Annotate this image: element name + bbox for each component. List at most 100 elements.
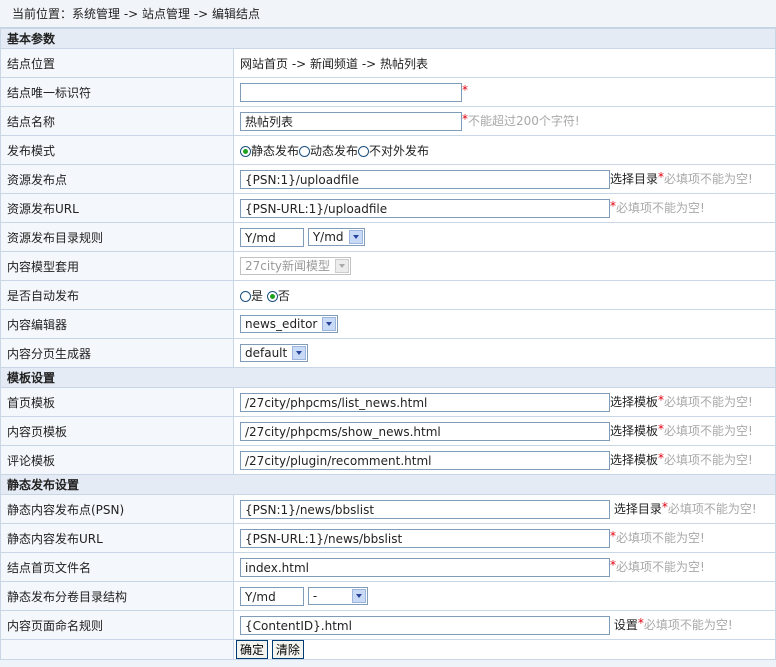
content-template-label: 内容页模板 [0, 416, 234, 446]
required-hint: 必填项不能为空! [616, 559, 705, 574]
select-directory-link[interactable]: 选择目录 [614, 502, 662, 516]
publish-mode-label: 发布模式 [0, 135, 234, 165]
chevron-down-icon [351, 589, 366, 603]
row-content-paginator: 内容分页生成器 default [0, 338, 776, 368]
required-hint: 必填项不能为空! [616, 530, 705, 545]
index-filename-label: 结点首页文件名 [0, 552, 234, 582]
required-mark: * [462, 82, 468, 97]
actions-spacer [0, 639, 234, 660]
select-template-link[interactable]: 选择模板 [610, 424, 658, 438]
required-hint: 必填项不能为空! [664, 171, 753, 186]
row-actions: 确定 清除 [0, 639, 776, 660]
breadcrumb: 当前位置：系统管理 -> 站点管理 -> 编辑结点 [0, 0, 776, 28]
resource-url-label: 资源发布URL [0, 193, 234, 223]
content-editor-label: 内容编辑器 [0, 309, 234, 339]
row-resource-point: 资源发布点 选择目录*必填项不能为空! [0, 164, 776, 194]
content-model-value: 27city新闻模型 [245, 259, 331, 273]
node-uid-input[interactable] [240, 82, 462, 102]
static-url-label: 静态内容发布URL [0, 523, 234, 553]
static-psn-input[interactable] [240, 499, 610, 519]
chevron-down-icon [292, 346, 307, 360]
content-model-label: 内容模型套用 [0, 251, 234, 281]
name-hint: 不能超过200个字符! [468, 113, 580, 128]
node-uid-label: 结点唯一标识符 [0, 77, 234, 107]
select-directory-link[interactable]: 选择目录 [610, 172, 658, 186]
resource-dir-rule-input[interactable] [240, 227, 304, 247]
comment-template-input[interactable] [240, 450, 610, 470]
auto-publish-no-label[interactable]: 否 [278, 289, 290, 303]
comment-template-label: 评论模板 [0, 445, 234, 475]
radio-dynamic-publish[interactable] [299, 145, 311, 157]
chevron-down-icon [335, 259, 350, 273]
radio-dynamic-label[interactable]: 动态发布 [310, 144, 358, 158]
content-paginator-label: 内容分页生成器 [0, 338, 234, 368]
row-resource-dir-rule: 资源发布目录规则 Y/md [0, 222, 776, 252]
volume-structure-label: 静态发布分卷目录结构 [0, 581, 234, 611]
row-node-location: 结点位置 网站首页 -> 新闻频道 -> 热帖列表 [0, 48, 776, 78]
content-naming-input[interactable] [240, 615, 610, 635]
radio-auto-publish-yes[interactable] [240, 290, 251, 302]
content-model-select: 27city新闻模型 [240, 257, 352, 275]
auto-publish-label: 是否自动发布 [0, 280, 234, 310]
radio-no-publish[interactable] [358, 145, 370, 157]
radio-static-label[interactable]: 静态发布 [251, 144, 299, 158]
volume-structure-input[interactable] [240, 586, 304, 606]
chevron-down-icon [322, 317, 337, 331]
node-location-label: 结点位置 [0, 48, 234, 78]
row-content-naming: 内容页面命名规则 设置*必填项不能为空! [0, 610, 776, 640]
row-static-url: 静态内容发布URL *必填项不能为空! [0, 523, 776, 553]
row-static-psn: 静态内容发布点(PSN) 选择目录*必填项不能为空! [0, 494, 776, 524]
node-location-value: 网站首页 -> 新闻频道 -> 热帖列表 [233, 48, 776, 78]
row-resource-url: 资源发布URL *必填项不能为空! [0, 193, 776, 223]
content-naming-label: 内容页面命名规则 [0, 610, 234, 640]
content-paginator-select[interactable]: default [240, 344, 309, 362]
required-hint: 必填项不能为空! [616, 200, 705, 215]
resource-dir-rule-select-value: Y/md [312, 230, 344, 244]
select-template-link[interactable]: 选择模板 [610, 395, 658, 409]
section-title: 基本参数 [0, 28, 776, 49]
auto-publish-yes-label[interactable]: 是 [251, 289, 263, 303]
row-node-name: 结点名称 *不能超过200个字符! [0, 106, 776, 136]
content-editor-select[interactable]: news_editor [240, 315, 339, 333]
row-node-uid: 结点唯一标识符 * [0, 77, 776, 107]
row-content-template: 内容页模板 选择模板*必填项不能为空! [0, 416, 776, 446]
required-hint: 必填项不能为空! [643, 617, 733, 632]
required-hint: 必填项不能为空! [664, 452, 753, 467]
node-name-input[interactable] [240, 111, 462, 131]
static-url-input[interactable] [240, 528, 610, 548]
section-title: 模板设置 [0, 367, 776, 388]
row-comment-template: 评论模板 选择模板*必填项不能为空! [0, 445, 776, 475]
clear-button[interactable]: 清除 [271, 640, 304, 659]
radio-static-publish[interactable] [240, 145, 251, 157]
required-hint: 必填项不能为空! [667, 501, 757, 516]
radio-no-publish-label[interactable]: 不对外发布 [369, 144, 429, 158]
chevron-down-icon [348, 230, 363, 244]
resource-dir-rule-select[interactable]: Y/md [307, 228, 365, 246]
content-editor-value: news_editor [245, 317, 318, 331]
required-hint: 必填项不能为空! [664, 394, 753, 409]
index-template-label: 首页模板 [0, 387, 234, 417]
content-template-input[interactable] [240, 421, 610, 441]
section-title: 静态发布设置 [0, 474, 776, 495]
radio-auto-publish-no[interactable] [266, 290, 278, 302]
select-template-link[interactable]: 选择模板 [610, 453, 658, 467]
resource-point-input[interactable] [240, 169, 610, 189]
content-paginator-value: default [245, 346, 288, 360]
index-filename-input[interactable] [240, 557, 610, 577]
index-template-input[interactable] [240, 392, 610, 412]
edit-node-form: 基本参数 结点位置 网站首页 -> 新闻频道 -> 热帖列表 结点唯一标识符 *… [0, 28, 776, 660]
row-publish-mode: 发布模式 静态发布 动态发布 不对外发布 [0, 135, 776, 165]
volume-structure-select[interactable]: - [307, 587, 368, 605]
section-static: 静态发布设置 [0, 474, 776, 495]
resource-dir-rule-label: 资源发布目录规则 [0, 222, 234, 252]
section-template: 模板设置 [0, 367, 776, 388]
resource-url-input[interactable] [240, 198, 610, 218]
row-auto-publish: 是否自动发布 是 否 [0, 280, 776, 310]
resource-point-label: 资源发布点 [0, 164, 234, 194]
row-content-model: 内容模型套用 27city新闻模型 [0, 251, 776, 281]
row-content-editor: 内容编辑器 news_editor [0, 309, 776, 339]
confirm-button[interactable]: 确定 [236, 640, 269, 659]
naming-settings-link[interactable]: 设置 [614, 618, 638, 632]
volume-structure-select-value: - [312, 589, 318, 603]
row-index-template: 首页模板 选择模板*必填项不能为空! [0, 387, 776, 417]
